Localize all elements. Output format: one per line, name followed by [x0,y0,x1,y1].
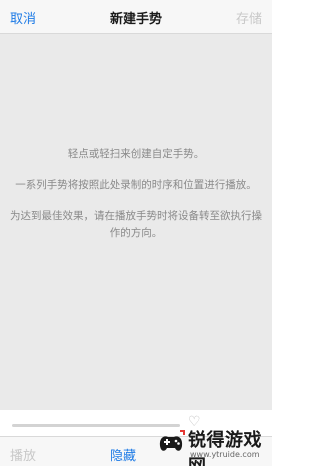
save-button[interactable]: 存储 [236,8,262,27]
instructions: 轻点或轻扫来创建自定手势。 一系列手势将按照此处录制的时序和位置进行播放。 为达… [0,146,272,256]
watermark-url: www.ytruide.com [190,450,260,459]
instruction-line-2: 一系列手势将按照此处录制的时序和位置进行播放。 [15,179,257,191]
site-watermark: 锐得游戏网 www.ytruide.com [150,418,272,466]
navigation-bar: 取消 新建手势 存储 [0,0,272,34]
page-title: 新建手势 [109,12,162,27]
watermark-name: 锐得游戏网 [188,430,262,466]
new-gesture-screen: 取消 新建手势 存储 轻点或轻扫来创建自定手势。 一系列手势将按照此处录制的时序… [0,0,272,466]
gesture-recording-canvas[interactable]: 轻点或轻扫来创建自定手势。 一系列手势将按照此处录制的时序和位置进行播放。 为达… [0,34,272,410]
play-button[interactable]: 播放 [10,445,36,464]
gamepad-logo-icon [159,430,185,451]
instruction-line-1: 轻点或轻扫来创建自定手势。 [67,148,205,160]
hide-button[interactable]: 隐藏 [110,445,136,464]
instruction-line-3: 为达到最佳效果，请在播放手势时将设备转至欲执行操作的方向。 [10,210,262,239]
